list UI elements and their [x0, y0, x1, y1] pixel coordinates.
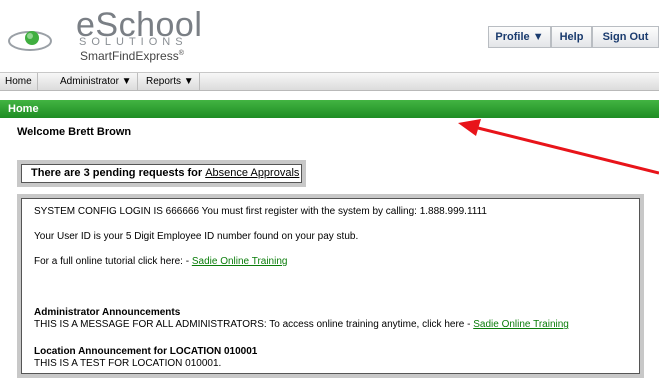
welcome-message: Welcome Brett Brown — [17, 126, 132, 138]
sadie-training-link-admin[interactable]: Sadie Online Training — [473, 319, 569, 330]
header: eSchool SOLUTIONS SmartFindExpress® Prof… — [0, 0, 659, 72]
menu-reports[interactable]: Reports ▼ — [141, 73, 200, 90]
pending-requests-text: There are 3 pending requests for — [31, 167, 203, 179]
swoosh-logo-icon — [8, 31, 52, 51]
logo-product: SmartFindExpress® — [80, 49, 184, 63]
user-id-line: Your User ID is your 5 Digit Employee ID… — [34, 231, 359, 242]
absence-approvals-link[interactable]: Absence Approvals — [205, 167, 299, 179]
eschool-logo[interactable]: eSchool SOLUTIONS SmartFindExpress® — [6, 6, 202, 68]
pending-requests-box: There are 3 pending requests for Absence… — [17, 160, 306, 187]
menu-administrator[interactable]: Administrator ▼ — [55, 73, 138, 90]
tutorial-line: For a full online tutorial click here: -… — [34, 256, 287, 267]
location-announcement-text: THIS IS A TEST FOR LOCATION 010001. — [34, 358, 222, 369]
system-config-line: SYSTEM CONFIG LOGIN IS 666666 You must f… — [34, 206, 487, 217]
profile-menu-button[interactable]: Profile ▼ — [488, 26, 551, 48]
admin-announcements-heading: Administrator Announcements — [34, 307, 181, 318]
announcements-panel: SYSTEM CONFIG LOGIN IS 666666 You must f… — [17, 194, 644, 378]
tutorial-text: For a full online tutorial click here: - — [34, 256, 192, 267]
admin-announcement-text: THIS IS A MESSAGE FOR ALL ADMINISTRATORS… — [34, 319, 474, 330]
help-button[interactable]: Help — [551, 26, 592, 48]
sign-out-button[interactable]: Sign Out — [592, 26, 659, 48]
sadie-training-link[interactable]: Sadie Online Training — [192, 256, 288, 267]
admin-announcement-line: THIS IS A MESSAGE FOR ALL ADMINISTRATORS… — [34, 319, 569, 330]
logo-subtitle: SOLUTIONS — [79, 36, 188, 48]
menu-home[interactable]: Home — [0, 73, 38, 90]
location-announcement-heading: Location Announcement for LOCATION 01000… — [34, 346, 258, 357]
main-menu-bar: Home Administrator ▼ Reports ▼ — [0, 72, 659, 91]
page-title: Home — [0, 100, 659, 118]
